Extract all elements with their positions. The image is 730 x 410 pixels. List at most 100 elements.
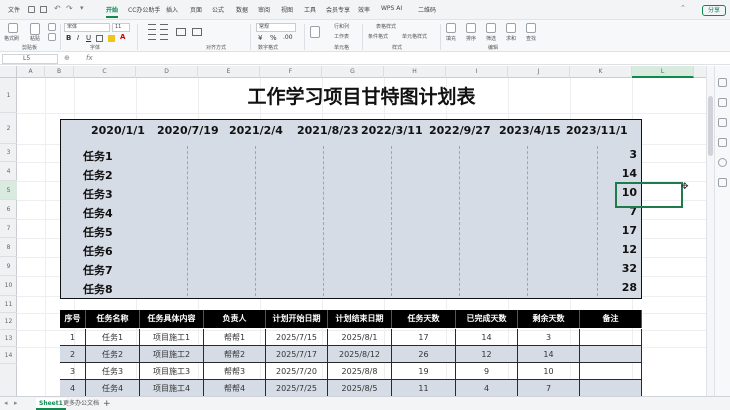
table-cell[interactable]: 项目施工4 [140, 380, 204, 397]
table-style-label[interactable]: 表格样式 [376, 23, 396, 30]
sheet-tab-more-docs[interactable]: 更多办公文档 [60, 398, 102, 410]
column-header-a[interactable]: A [17, 66, 45, 78]
table-cell[interactable]: 3 [60, 363, 86, 380]
tab-cc-assistant[interactable]: CC办公助手 [128, 5, 160, 14]
table-cell[interactable]: 帮帮1 [204, 329, 266, 346]
table-cell[interactable]: 4 [456, 380, 518, 397]
table-cell[interactable]: 任务4 [86, 380, 140, 397]
table-cell[interactable]: 任务3 [86, 363, 140, 380]
cut-icon[interactable] [48, 23, 56, 31]
convert-icon[interactable] [310, 26, 320, 38]
tab-member[interactable]: 会员专享 [326, 5, 350, 14]
border-icon[interactable] [96, 35, 103, 42]
row-header-5[interactable]: 5 [0, 181, 17, 200]
table-cell[interactable]: 7 [518, 380, 580, 397]
table-cell[interactable] [580, 380, 642, 397]
find-label[interactable]: 查找 [526, 35, 536, 42]
table-cell[interactable]: 帮帮3 [204, 363, 266, 380]
row-col-label[interactable]: 行和列 [334, 23, 349, 30]
sum-label[interactable]: 求和 [506, 35, 516, 42]
shape-panel-icon[interactable] [718, 118, 727, 127]
tab-efficiency[interactable]: 效率 [358, 5, 370, 14]
table-cell[interactable]: 14 [456, 329, 518, 346]
row-header-9[interactable]: 9 [0, 257, 17, 276]
fill-color-icon[interactable] [108, 35, 115, 42]
table-cell[interactable]: 2025/7/25 [266, 380, 328, 397]
number-format-select[interactable]: 常规 [256, 23, 296, 32]
table-cell[interactable]: 2025/8/8 [328, 363, 392, 380]
paste-icon[interactable] [30, 23, 40, 35]
worksheet-grid[interactable]: 工作学习项目甘特图计划表 2020/1/1 2020/7/19 2021/2/4 20… [17, 78, 706, 397]
format-panel-icon[interactable] [718, 78, 727, 87]
tab-insert[interactable]: 插入 [166, 5, 178, 14]
table-cell[interactable]: 任务1 [86, 329, 140, 346]
wrap-icon[interactable] [192, 28, 202, 36]
scroll-thumb[interactable] [708, 96, 713, 156]
currency-icon[interactable]: ¥ [258, 34, 262, 42]
row-header-8[interactable]: 8 [0, 238, 17, 257]
table-cell[interactable]: 2025/7/20 [266, 363, 328, 380]
column-header-d[interactable]: D [136, 66, 198, 78]
table-cell[interactable]: 项目施工3 [140, 363, 204, 380]
table-cell[interactable]: 3 [518, 329, 580, 346]
table-cell[interactable]: 任务2 [86, 346, 140, 363]
format-painter-icon[interactable] [8, 23, 18, 33]
settings-panel-icon[interactable] [718, 178, 727, 187]
prev-sheet-icon[interactable]: ◂ [4, 399, 8, 407]
table-cell[interactable]: 12 [456, 346, 518, 363]
select-all-corner[interactable] [0, 66, 17, 78]
add-sheet-button[interactable]: + [100, 398, 114, 410]
tab-page[interactable]: 页面 [190, 5, 202, 14]
column-header-i[interactable]: I [446, 66, 508, 78]
font-color-icon[interactable]: A [120, 33, 125, 41]
function-icon[interactable]: fx [86, 54, 93, 62]
table-cell[interactable]: 2025/8/1 [328, 329, 392, 346]
undo-icon[interactable]: ↶ [54, 4, 61, 13]
column-header-h[interactable]: H [384, 66, 446, 78]
column-header-b[interactable]: B [45, 66, 74, 78]
tab-home[interactable]: 开始 [106, 5, 119, 18]
filter-label[interactable]: 筛选 [486, 35, 496, 42]
font-name-select[interactable]: 宋体 [64, 23, 110, 32]
table-cell[interactable] [580, 329, 642, 346]
row-header-1[interactable]: 1 [0, 78, 17, 113]
column-header-g[interactable]: G [322, 66, 384, 78]
sort-label[interactable]: 排序 [466, 35, 476, 42]
column-header-l[interactable]: L [632, 66, 694, 78]
table-cell[interactable]: 2025/8/12 [328, 346, 392, 363]
tab-qrcode[interactable]: 二维码 [418, 5, 436, 14]
table-cell[interactable]: 2025/8/5 [328, 380, 392, 397]
row-header-3[interactable]: 3 [0, 144, 17, 162]
fill-label[interactable]: 填充 [446, 35, 456, 42]
row-header-12[interactable]: 12 [0, 313, 17, 330]
selected-cell-L5[interactable] [615, 182, 683, 208]
cell-style-label[interactable]: 单元格样式 [402, 33, 427, 40]
tab-tools[interactable]: 工具 [304, 5, 316, 14]
column-header-k[interactable]: K [570, 66, 632, 78]
style-panel-icon[interactable] [718, 98, 727, 107]
align-left-icon[interactable] [148, 34, 156, 40]
table-cell[interactable]: 11 [392, 380, 456, 397]
table-cell[interactable]: 2 [60, 346, 86, 363]
more-icon[interactable]: ▾ [80, 4, 84, 12]
cond-format-label[interactable]: 条件格式 [368, 33, 388, 40]
worksheet-label[interactable]: 工作表 [334, 33, 349, 40]
table-cell[interactable]: 4 [60, 380, 86, 397]
collapse-icon[interactable]: ⌃ [680, 4, 686, 12]
tab-formula[interactable]: 公式 [212, 5, 224, 14]
save-icon[interactable] [28, 6, 35, 13]
row-header-6[interactable]: 6 [0, 200, 17, 219]
column-header-j[interactable]: J [508, 66, 570, 78]
row-header-11[interactable]: 11 [0, 296, 17, 313]
table-cell[interactable]: 26 [392, 346, 456, 363]
share-button[interactable]: 分享 [702, 5, 726, 16]
font-size-select[interactable]: 11 [112, 23, 130, 32]
find-icon[interactable] [526, 23, 536, 33]
table-cell[interactable]: 项目施工1 [140, 329, 204, 346]
table-cell[interactable]: 19 [392, 363, 456, 380]
table-cell[interactable] [580, 346, 642, 363]
next-sheet-icon[interactable]: ▸ [14, 399, 18, 407]
decimal-icon[interactable]: .00 [283, 34, 293, 41]
history-panel-icon[interactable] [718, 138, 727, 147]
vertical-scrollbar[interactable] [706, 66, 714, 396]
